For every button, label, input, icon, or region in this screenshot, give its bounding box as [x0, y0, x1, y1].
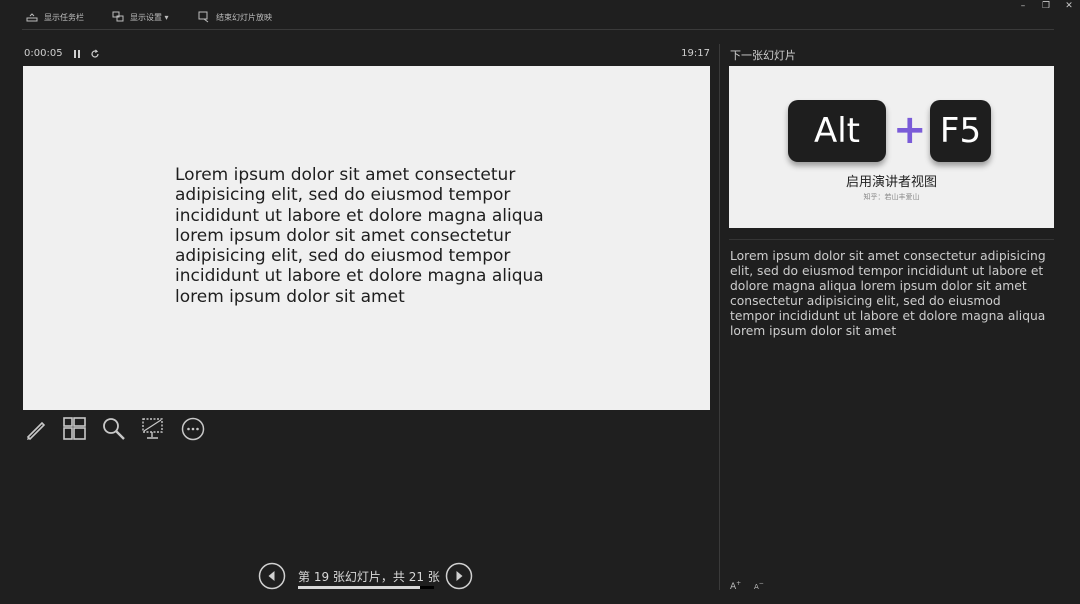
end-slideshow-icon	[198, 11, 209, 23]
next-slide-credit: 知乎：若山丰爱山	[863, 193, 920, 201]
display-settings-button[interactable]: 显示设置 ▾	[112, 10, 169, 24]
next-slide-title: 启用演讲者视图	[845, 175, 937, 190]
previous-arrow-icon	[258, 562, 286, 590]
restore-icon: ❐	[1041, 1, 1051, 11]
notes-divider	[729, 239, 1054, 240]
f5-key: F5	[930, 100, 991, 162]
slide-text-line: incididunt ut labore et dolore magna ali…	[175, 205, 544, 226]
clock: 19:17	[681, 48, 710, 59]
slide-text-line: adipisicing elit, sed do eiusmod tempor	[175, 185, 511, 206]
slide-counter: 第 19 张幻灯片，共 21 张	[298, 570, 440, 584]
timer-row: 0:00:05 19:17	[24, 48, 710, 62]
slide-body-text: Lorem ipsum dolor sit amet consectetur a…	[175, 165, 555, 307]
black-screen-button[interactable]	[140, 416, 166, 442]
elapsed-timer: 0:00:05	[24, 48, 63, 59]
slide-text-line: Lorem ipsum dolor sit amet consectetur	[175, 165, 516, 185]
increase-font-button[interactable]: A+	[730, 580, 741, 592]
zoom-icon	[103, 418, 125, 440]
slides-grid-icon	[63, 417, 86, 440]
end-slideshow-label: 结束幻灯片放映	[216, 12, 272, 22]
pen-tool-button[interactable]	[23, 416, 49, 442]
slide-text-line: adipisicing elit, sed do eiusmod tempor	[175, 246, 511, 267]
minimize-icon: –	[1020, 1, 1026, 11]
plus-sign: +	[893, 107, 927, 153]
pause-icon[interactable]	[72, 49, 82, 59]
see-all-slides-button[interactable]	[62, 416, 88, 442]
speaker-notes[interactable]: Lorem ipsum dolor sit amet consectetur a…	[730, 249, 1048, 340]
next-slide-label: 下一张幻灯片	[730, 49, 796, 62]
alt-key: Alt	[788, 100, 886, 162]
end-slideshow-button[interactable]: 结束幻灯片放映	[198, 10, 272, 24]
display-settings-label: 显示设置 ▾	[130, 12, 169, 22]
more-icon	[181, 417, 205, 441]
screen-icon	[142, 418, 163, 439]
f5-key-label: F5	[939, 111, 982, 151]
next-arrow-icon	[445, 562, 473, 590]
slide-navigation: 第 19 张幻灯片，共 21 张	[258, 562, 474, 590]
zoom-button[interactable]	[101, 416, 127, 442]
slide-text-line: incididunt ut labore et dolore magna ali…	[175, 266, 544, 287]
more-options-button[interactable]	[180, 416, 206, 442]
pane-divider	[719, 44, 720, 590]
decrease-font-button[interactable]: A−	[754, 580, 764, 592]
alt-key-label: Alt	[813, 111, 861, 151]
current-slide: Lorem ipsum dolor sit amet consectetur a…	[23, 66, 710, 410]
display-settings-icon	[112, 11, 124, 22]
next-slide-button[interactable]	[445, 562, 473, 590]
close-button[interactable]: ✕	[1058, 0, 1080, 12]
toolbar-divider	[22, 29, 1054, 30]
previous-slide-button[interactable]	[258, 562, 286, 590]
slide-progress-fill	[298, 586, 421, 589]
close-icon: ✕	[1065, 1, 1073, 11]
restore-button[interactable]: ❐	[1035, 0, 1057, 12]
show-taskbar-label: 显示任务栏	[44, 12, 84, 22]
slide-text-line: lorem ipsum dolor sit amet	[175, 286, 405, 307]
slide-text-line: lorem ipsum dolor sit amet consectetur	[175, 225, 511, 246]
pen-icon	[26, 421, 46, 441]
reset-timer-icon[interactable]	[90, 49, 100, 59]
next-slide-preview[interactable]: Alt + F5 启用演讲者视图 知乎：若山丰爱山	[729, 66, 1054, 228]
slide-progress-bar	[298, 586, 434, 589]
top-toolbar: 显示任务栏 显示设置 ▾ 结束幻灯片放映 – ❐ ✕	[0, 0, 1080, 30]
taskbar-icon	[26, 13, 38, 22]
show-taskbar-button[interactable]: 显示任务栏	[26, 10, 84, 24]
minimize-button[interactable]: –	[1012, 0, 1034, 12]
